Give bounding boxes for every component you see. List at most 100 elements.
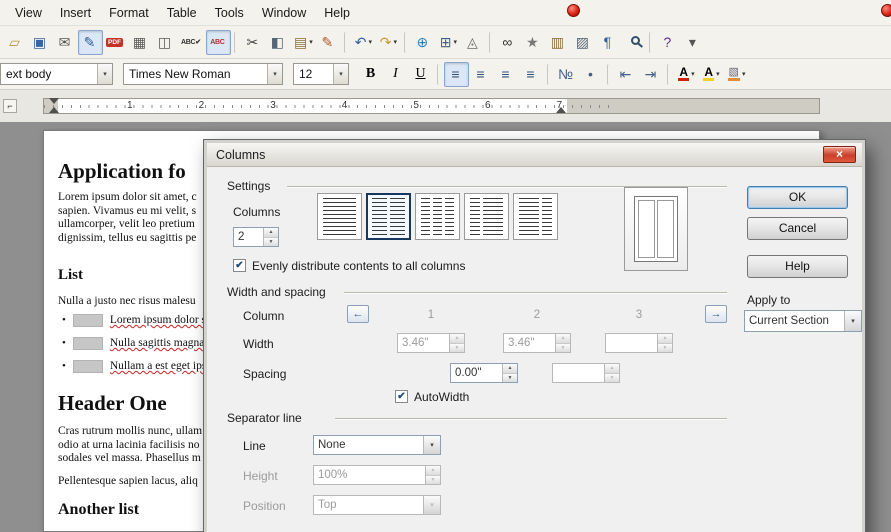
line-style-dropdown[interactable]: None (313, 435, 441, 455)
previous-column-button[interactable]: ← (347, 305, 369, 323)
menu-view[interactable]: View (6, 2, 51, 24)
spin-down-icon[interactable] (555, 343, 570, 353)
print-icon[interactable]: ▦ (128, 30, 153, 55)
width-spinner-3[interactable] (605, 333, 673, 353)
align-left-icon[interactable]: ≡ (444, 62, 469, 87)
table-icon[interactable]: ⊞▾ (436, 30, 461, 55)
preset-one-column[interactable] (317, 193, 362, 240)
spacing-spinner-2[interactable] (552, 363, 620, 383)
autospellcheck-icon[interactable]: ABC (206, 30, 231, 55)
cut-icon[interactable]: ✂ (241, 30, 266, 55)
italic-icon[interactable]: I (384, 62, 409, 87)
background-color-icon[interactable]: ▧▾ (724, 62, 749, 87)
width-spinner-2[interactable]: 3.46" (503, 333, 571, 353)
close-button[interactable]: × (823, 146, 856, 163)
left-indent-marker[interactable] (49, 107, 59, 113)
horizontal-ruler[interactable]: ⌐ 1234567 (0, 90, 891, 122)
export-pdf-icon[interactable]: PDF (103, 30, 128, 55)
formatting-marks-icon[interactable]: ¶ (596, 30, 621, 55)
right-indent-marker[interactable] (556, 107, 566, 113)
help-icon[interactable]: ? (656, 30, 681, 55)
menu-window[interactable]: Window (253, 2, 315, 24)
menu-help[interactable]: Help (315, 2, 359, 24)
menu-insert[interactable]: Insert (51, 2, 100, 24)
decrease-indent-icon[interactable]: ⇤ (614, 62, 639, 87)
email-icon[interactable]: ✉ (53, 30, 78, 55)
next-column-button[interactable]: → (705, 305, 727, 323)
redo-icon[interactable]: ↷▾ (376, 30, 401, 55)
spin-up-icon[interactable] (555, 334, 570, 343)
spin-down-icon[interactable] (604, 373, 619, 383)
spin-down-icon[interactable] (425, 475, 440, 485)
spin-up-icon[interactable] (425, 466, 440, 475)
underline-icon[interactable]: U (409, 62, 434, 87)
preset-two-columns[interactable] (366, 193, 411, 240)
highlighting-icon[interactable]: A▾ (699, 62, 724, 87)
menu-table[interactable]: Table (158, 2, 206, 24)
spacing-spinner-1[interactable]: 0.00" (450, 363, 518, 383)
gallery-icon[interactable]: ▥ (546, 30, 571, 55)
tab-stop-selector[interactable]: ⌐ (3, 99, 17, 113)
edit-file-icon[interactable]: ✎ (78, 30, 103, 55)
paragraph-style-combo[interactable]: ext body (0, 63, 113, 85)
numbered-list-icon[interactable]: № (554, 62, 579, 87)
align-right-icon[interactable]: ≡ (494, 62, 519, 87)
spin-up-icon[interactable] (502, 364, 517, 373)
preview-page (634, 196, 678, 262)
bold-icon[interactable]: B (359, 62, 384, 87)
save-icon[interactable]: ▣ (28, 30, 53, 55)
spin-down-icon[interactable] (502, 373, 517, 383)
zoom-icon[interactable] (621, 30, 646, 55)
first-line-indent-marker[interactable] (49, 98, 59, 104)
toolbar-options-icon[interactable]: ▾ (681, 30, 706, 55)
spin-down-icon[interactable] (657, 343, 672, 353)
chevron-down-icon[interactable] (97, 64, 112, 84)
position-dropdown[interactable]: Top (313, 495, 441, 515)
spellcheck-icon[interactable]: ABC✔ (178, 30, 206, 55)
draw-functions-icon[interactable]: ◬ (461, 30, 486, 55)
font-size-combo[interactable]: 12 (293, 63, 349, 85)
format-paintbrush-icon[interactable]: ✎ (316, 30, 341, 55)
increase-indent-icon[interactable]: ⇥ (639, 62, 664, 87)
spin-down-icon[interactable] (263, 237, 278, 247)
dialog-titlebar[interactable]: Columns (207, 143, 862, 167)
cancel-button[interactable]: Cancel (747, 217, 848, 240)
copy-icon[interactable]: ◧ (266, 30, 291, 55)
preset-left-narrow[interactable] (464, 193, 509, 240)
preset-three-columns[interactable] (415, 193, 460, 240)
menu-tools[interactable]: Tools (206, 2, 253, 24)
align-center-icon[interactable]: ≡ (469, 62, 494, 87)
autowidth-checkbox[interactable] (395, 390, 408, 403)
help-button[interactable]: Help (747, 255, 848, 278)
spin-up-icon[interactable] (604, 364, 619, 373)
font-color-icon[interactable]: A▾ (674, 62, 699, 87)
navigator-icon[interactable]: ★ (521, 30, 546, 55)
bullet-list-icon[interactable]: • (579, 62, 604, 87)
undo-icon[interactable]: ↶▾ (351, 30, 376, 55)
height-spinner[interactable]: 100% (313, 465, 441, 485)
find-replace-icon[interactable]: ∞ (496, 30, 521, 55)
menu-format[interactable]: Format (100, 2, 158, 24)
chevron-down-icon[interactable] (423, 436, 440, 454)
page-preview-icon[interactable]: ◫ (153, 30, 178, 55)
open-icon[interactable]: ▱ (3, 30, 28, 55)
paste-icon[interactable]: ▤▾ (291, 30, 316, 55)
chevron-down-icon[interactable] (267, 64, 282, 84)
width-spinner-1[interactable]: 3.46" (397, 333, 465, 353)
chevron-down-icon[interactable] (844, 311, 861, 331)
preset-right-narrow[interactable] (513, 193, 558, 240)
columns-count-spinner[interactable]: 2 (233, 227, 279, 247)
justify-icon[interactable]: ≡ (519, 62, 544, 87)
spin-up-icon[interactable] (449, 334, 464, 343)
chevron-down-icon[interactable] (423, 496, 440, 514)
spin-up-icon[interactable] (657, 334, 672, 343)
ok-button[interactable]: OK (747, 186, 848, 209)
data-sources-icon[interactable]: ▨ (571, 30, 596, 55)
evenly-distribute-checkbox[interactable] (233, 259, 246, 272)
font-name-combo[interactable]: Times New Roman (123, 63, 283, 85)
spin-up-icon[interactable] (263, 228, 278, 237)
apply-to-dropdown[interactable]: Current Section (744, 310, 862, 332)
spin-down-icon[interactable] (449, 343, 464, 353)
hyperlink-icon[interactable]: ⊕ (411, 30, 436, 55)
chevron-down-icon[interactable] (333, 64, 348, 84)
